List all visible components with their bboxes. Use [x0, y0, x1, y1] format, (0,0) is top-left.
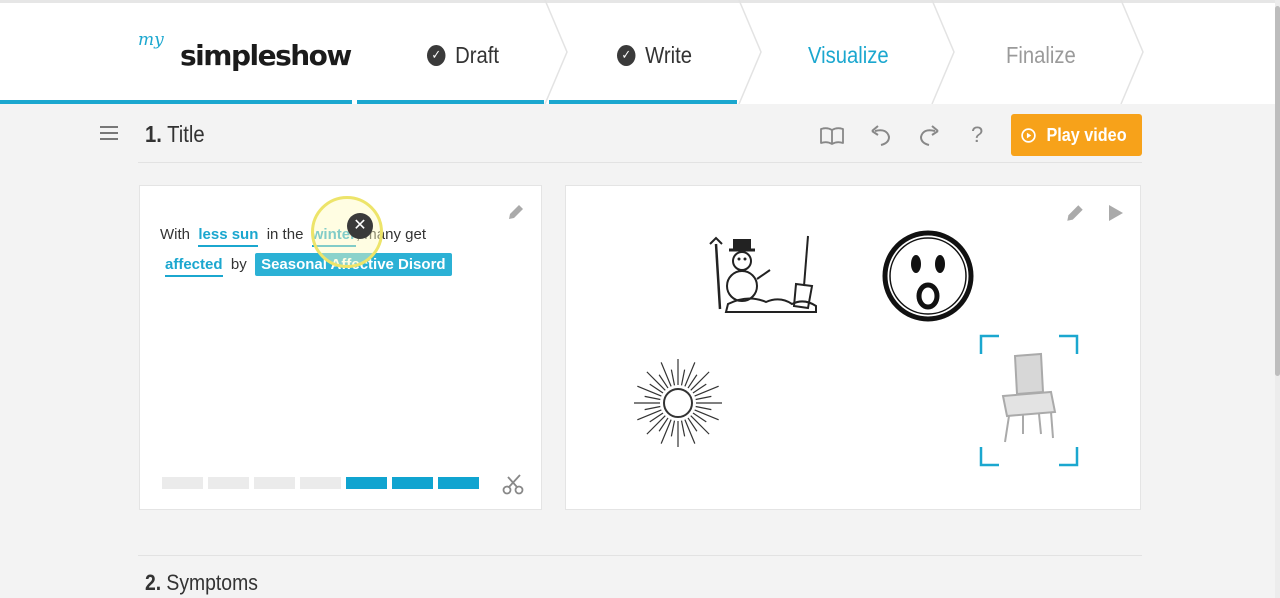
section-name: Symptoms [166, 570, 258, 595]
progress-segment-active [346, 477, 387, 489]
check-icon: ✓ [427, 44, 446, 66]
sun-ray [680, 369, 686, 386]
sun-ray [646, 371, 666, 391]
step-draft-label: Draft [455, 41, 500, 68]
progress-underline [0, 100, 352, 104]
play-circle-icon [1021, 127, 1037, 143]
divider [138, 555, 1142, 556]
step-draft[interactable]: ✓ Draft [427, 40, 499, 70]
step-finalize[interactable]: Finalize [1006, 40, 1076, 70]
pencil-icon[interactable] [506, 202, 526, 222]
workflow-steps: ✓ Draft ✓ Write Visualize Finalize [355, 0, 1145, 104]
progress-segment [162, 477, 203, 489]
progress-segment-active [438, 477, 479, 489]
play-video-label: Play video [1046, 124, 1128, 145]
progress-segment [208, 477, 249, 489]
sun-ray [694, 385, 719, 397]
snowman-icon[interactable] [708, 234, 820, 316]
logo-my: my [138, 30, 164, 50]
sun-ray [684, 419, 696, 444]
sun-ray [680, 420, 686, 437]
script-word: by [230, 256, 247, 273]
divider [138, 162, 1142, 163]
section-number: 2. [145, 570, 162, 595]
redo-icon[interactable] [915, 122, 943, 150]
progress-underline [549, 100, 737, 104]
sun-ray [690, 371, 710, 391]
step-write[interactable]: ✓ Write [617, 40, 692, 70]
chair-icon[interactable] [979, 334, 1079, 467]
section-name: Title [167, 121, 205, 147]
step-visualize-label: Visualize [808, 41, 889, 68]
script-word: in the [266, 226, 304, 243]
sun-ray [637, 409, 662, 421]
scrollbar-thumb[interactable] [1275, 6, 1280, 376]
visual-card [565, 185, 1141, 510]
keyword-less-sun[interactable]: less sun [198, 226, 259, 247]
progress-segment [254, 477, 295, 489]
sun-icon[interactable] [630, 358, 726, 448]
book-icon[interactable] [818, 122, 846, 150]
check-icon: ✓ [617, 44, 636, 66]
sun-ray [660, 362, 672, 387]
sun-ray [646, 415, 666, 435]
sun-ray [644, 395, 661, 401]
step-visualize[interactable]: Visualize [808, 40, 889, 70]
keyword-affected[interactable]: affected [165, 256, 223, 277]
progress-segment-active [392, 477, 433, 489]
play-icon[interactable] [1104, 202, 1126, 224]
sun-ray [684, 362, 696, 387]
sun-ray [690, 415, 710, 435]
logo[interactable]: my simpleshow [138, 30, 352, 80]
logo-simpleshow: simpleshow [180, 39, 352, 72]
sun-ray [694, 409, 719, 421]
undo-icon[interactable] [867, 122, 895, 150]
step-finalize-label: Finalize [1006, 41, 1076, 68]
scissors-icon[interactable] [500, 471, 526, 497]
cursor-highlight [311, 196, 383, 268]
sun-ray [695, 395, 712, 401]
script-word: With [160, 226, 190, 243]
step-write-label: Write [645, 41, 693, 68]
sun-ray [644, 405, 661, 411]
pencil-icon[interactable] [1064, 202, 1086, 224]
section-number: 1. [145, 121, 162, 147]
scrollbar[interactable] [1275, 0, 1280, 598]
sun-ray [695, 405, 712, 411]
progress-underline [357, 100, 544, 104]
shocked-face-icon[interactable] [880, 228, 976, 324]
sun-ray [670, 369, 676, 386]
sun-ray [637, 385, 662, 397]
help-icon[interactable]: ? [971, 122, 983, 148]
menu-icon[interactable] [100, 126, 118, 142]
close-icon[interactable]: ✕ [347, 213, 373, 239]
sun-ray [660, 419, 672, 444]
sun-ray [670, 420, 676, 437]
script-line: affected by Seasonal Affective Disord [165, 253, 452, 277]
progress-segment [300, 477, 341, 489]
section-title: 1. Title [145, 121, 205, 148]
script-line: With less sun in the winter, many get [160, 226, 426, 247]
section-title: 2. Symptoms [145, 570, 258, 596]
play-video-button[interactable]: Play video [1011, 114, 1142, 156]
